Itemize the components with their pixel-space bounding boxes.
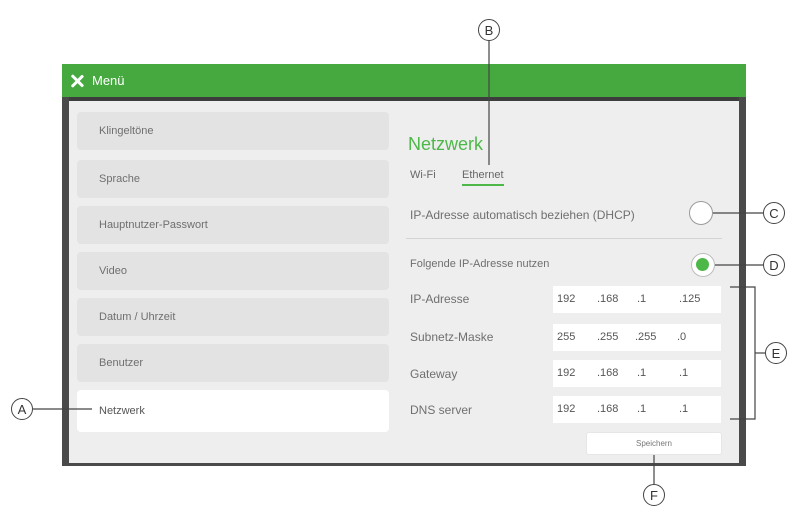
- callout-b: B: [478, 19, 500, 41]
- callout-c: C: [763, 202, 785, 224]
- callout-e: E: [765, 342, 787, 364]
- callout-d: D: [763, 254, 785, 276]
- callout-f: F: [643, 484, 665, 506]
- callout-lines: [33, 41, 765, 484]
- callout-a: A: [11, 398, 33, 420]
